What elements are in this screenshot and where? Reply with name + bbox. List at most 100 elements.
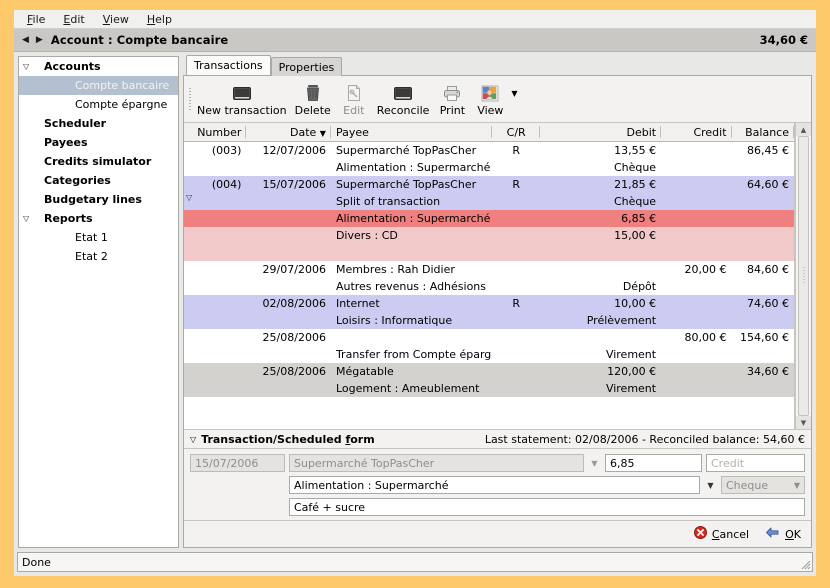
sidebar-item-label: Accounts [36, 60, 101, 73]
sidebar-item-compte-epargne[interactable]: Compte épargne [19, 95, 178, 114]
sidebar-item-payees[interactable]: Payees [19, 133, 178, 152]
back-arrow-icon[interactable]: ◀ [22, 35, 29, 45]
sidebar-item-etat-1[interactable]: Etat 1 [19, 228, 178, 247]
scroll-up-arrow-icon[interactable]: ▲ [796, 123, 811, 136]
table-row[interactable]: Divers : CD 15,00 € [184, 227, 794, 244]
view-button[interactable]: View [471, 81, 509, 117]
forward-arrow-icon[interactable]: ▶ [36, 35, 43, 45]
scrollbar-thumb[interactable] [798, 136, 809, 416]
cell-debit: 21,85 € [540, 176, 661, 193]
view-button-group: View ▼ [471, 81, 517, 117]
menu-help[interactable]: Help [138, 12, 181, 27]
column-header-credit[interactable]: Credit [661, 123, 731, 142]
menu-file[interactable]: File [18, 12, 54, 27]
transaction-table: Number Date ▼ Payee C/R Debit Credit Bal… [184, 123, 794, 397]
column-header-debit[interactable]: Debit [540, 123, 661, 142]
sidebar-item-reports[interactable]: ▽ Reports [19, 209, 178, 228]
credit-amount-field[interactable]: Credit [706, 454, 805, 472]
chevron-down-icon[interactable]: ▽ [190, 435, 196, 444]
scroll-down-arrow-icon[interactable]: ▼ [796, 416, 811, 429]
payment-method-select[interactable]: Cheque ▼ [721, 476, 805, 494]
print-button[interactable]: Print [433, 81, 471, 117]
menu-bar: File Edit View Help [14, 10, 816, 29]
tab-properties[interactable]: Properties [271, 57, 343, 76]
cell-number [184, 210, 246, 227]
cell-credit [661, 380, 731, 397]
menu-edit[interactable]: Edit [54, 12, 93, 27]
sidebar: ▽ Accounts Compte bancaire Compte épargn… [18, 56, 179, 548]
table-body: (003) 12/07/2006 Supermarché TopPasCher … [184, 142, 794, 398]
cancel-label: Cancel [712, 528, 749, 541]
chevron-down-icon[interactable]: ▽ [23, 62, 36, 71]
column-header-cr[interactable]: C/R [492, 123, 540, 142]
table-row[interactable]: Split of transaction Chèque [184, 193, 794, 210]
payee-field[interactable]: Supermarché TopPasCher [289, 454, 584, 472]
cell-cr [492, 244, 540, 261]
scrollbar-trough[interactable] [796, 136, 811, 416]
notes-field[interactable]: Café + sucre [289, 498, 805, 516]
table-vertical-scrollbar[interactable]: ▲ ▼ [795, 123, 811, 429]
cell-balance: 64,60 € [732, 176, 794, 193]
table-row[interactable]: 02/08/2006 Internet R 10,00 € 74,60 € [184, 295, 794, 312]
table-row[interactable]: (004) 15/07/2006 Supermarché TopPasCher … [184, 176, 794, 193]
sidebar-item-scheduler[interactable]: Scheduler [19, 114, 178, 133]
sidebar-item-etat-2[interactable]: Etat 2 [19, 247, 178, 266]
form-row-1: 15/07/2006 Supermarché TopPasCher ▼ 6,85… [190, 454, 805, 472]
ok-label: OK [785, 528, 801, 541]
cell-credit: 20,00 € [661, 261, 731, 278]
edit-button[interactable]: Edit [335, 81, 373, 117]
cell-credit [661, 244, 731, 261]
sidebar-item-budgetary-lines[interactable]: Budgetary lines [19, 190, 178, 209]
table-row[interactable]: 25/08/2006 Mégatable 120,00 € 34,60 € [184, 363, 794, 380]
sidebar-item-accounts[interactable]: ▽ Accounts [19, 57, 178, 76]
category-dropdown-icon[interactable]: ▼ [704, 481, 717, 490]
cell-cr [492, 261, 540, 278]
cell-debit: 13,55 € [540, 142, 661, 160]
account-balance: 34,60 € [760, 33, 808, 47]
split-expander-icon[interactable] [184, 193, 246, 210]
cell-number [184, 346, 246, 363]
table-row[interactable]: 25/08/2006 80,00 € 154,60 € [184, 329, 794, 346]
form-row-3: Café + sucre [190, 498, 805, 516]
ok-button[interactable]: OK [765, 526, 801, 542]
edit-label: Edit [343, 104, 364, 117]
column-header-balance[interactable]: Balance [732, 123, 794, 142]
table-row[interactable]: (003) 12/07/2006 Supermarché TopPasCher … [184, 142, 794, 160]
cancel-button[interactable]: Cancel [694, 526, 749, 542]
application-window: File Edit View Help ◀ ▶ Account : Compte… [14, 10, 816, 576]
debit-amount-field[interactable]: 6,85 [605, 454, 702, 472]
reconcile-button[interactable]: Reconcile [373, 81, 434, 117]
last-statement-label: Last statement: 02/08/2006 - Reconciled … [485, 433, 805, 446]
column-header-number[interactable]: Number [184, 123, 246, 142]
table-row[interactable]: 29/07/2006 Membres : Rah Didier 20,00 € … [184, 261, 794, 278]
toolbar-grip[interactable] [186, 82, 193, 116]
table-row[interactable]: Autres revenus : Adhésions Dépôt [184, 278, 794, 295]
date-field[interactable]: 15/07/2006 [190, 454, 285, 472]
cell-date [246, 380, 331, 397]
tab-transactions[interactable]: Transactions [186, 55, 271, 75]
table-row[interactable]: Alimentation : Supermarché Chèque [184, 159, 794, 176]
category-field[interactable]: Alimentation : Supermarché [289, 476, 700, 494]
cell-date [246, 227, 331, 244]
sidebar-item-credits-simulator[interactable]: Credits simulator [19, 152, 178, 171]
sort-descending-icon[interactable]: ▼ [320, 129, 326, 138]
table-row[interactable]: Transfer from Compte épargne Virement [184, 346, 794, 363]
table-row[interactable]: Loisirs : Informatique Prélèvement [184, 312, 794, 329]
table-row[interactable]: Logement : Ameublement Virement [184, 380, 794, 397]
sidebar-item-categories[interactable]: Categories [19, 171, 178, 190]
menu-view[interactable]: View [94, 12, 138, 27]
cell-payee: Supermarché TopPasCher [331, 142, 492, 160]
column-header-date[interactable]: Date ▼ [246, 123, 331, 142]
new-transaction-button[interactable]: New transaction [193, 81, 291, 117]
table-row[interactable]: Alimentation : Supermarché 6,85 € [184, 210, 794, 227]
sidebar-item-compte-bancaire[interactable]: Compte bancaire [19, 76, 178, 95]
column-header-payee[interactable]: Payee [331, 123, 492, 142]
resize-grip-icon[interactable] [799, 558, 811, 570]
delete-button[interactable]: Delete [291, 81, 335, 117]
table-row[interactable] [184, 244, 794, 261]
payee-dropdown-icon[interactable]: ▼ [588, 459, 601, 468]
chevron-down-icon[interactable]: ▼ [511, 89, 517, 98]
chevron-down-icon[interactable]: ▽ [23, 214, 36, 223]
menu-view-rest: iew [110, 13, 129, 26]
cell-cr [492, 159, 540, 176]
